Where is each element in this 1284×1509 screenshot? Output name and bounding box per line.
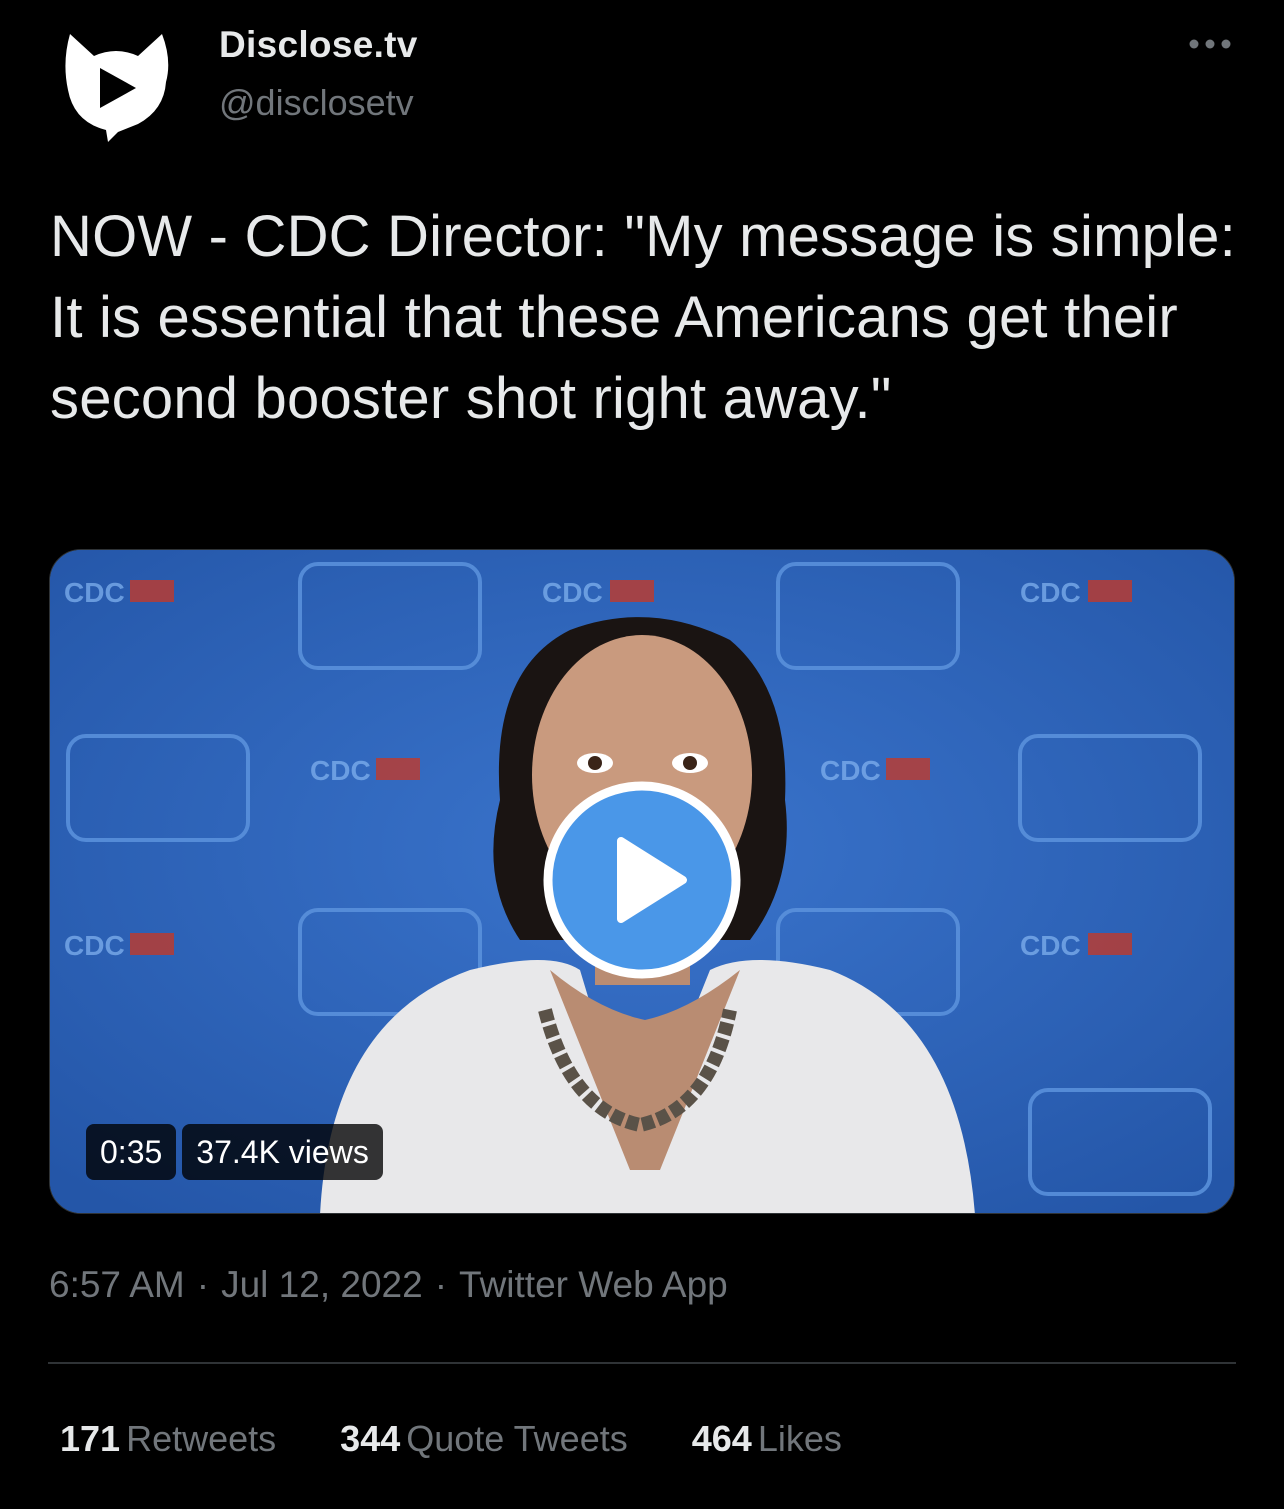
tweet-source[interactable]: Twitter Web App: [459, 1264, 728, 1305]
likes-label: Likes: [757, 1418, 842, 1459]
svg-text:CDC: CDC: [1020, 930, 1081, 961]
quote-tweets-label: Quote Tweets: [406, 1418, 628, 1459]
tweet-stats: 171 Retweets 344 Quote Tweets 464 Likes: [60, 1418, 896, 1460]
more-options-icon: [1189, 39, 1231, 49]
play-button[interactable]: [543, 781, 741, 979]
more-options-button[interactable]: [1180, 22, 1240, 66]
disclose-tv-logo-icon: [65, 34, 169, 142]
tweet-text: NOW - CDC Director: "My message is simpl…: [50, 204, 1236, 431]
play-icon: [543, 781, 741, 979]
quote-tweets-count: 344: [340, 1418, 401, 1459]
avatar[interactable]: [60, 30, 172, 142]
tweet-time[interactable]: 6:57 AM: [49, 1264, 185, 1305]
video-player[interactable]: CDC CDC CDC CDC CDC CDC CDC 0:35 37.4K v…: [49, 549, 1235, 1214]
retweets-count: 171: [60, 1418, 121, 1459]
video-info-badges: 0:35 37.4K views: [86, 1124, 383, 1180]
meta-separator: ·: [196, 1264, 210, 1305]
likes-stat[interactable]: 464 Likes: [692, 1418, 842, 1460]
tweet-date[interactable]: Jul 12, 2022: [221, 1264, 423, 1305]
svg-text:CDC: CDC: [64, 930, 125, 961]
tweet-meta: 6:57 AM · Jul 12, 2022 · Twitter Web App: [49, 1264, 728, 1306]
video-duration: 0:35: [86, 1124, 177, 1180]
retweets-label: Retweets: [126, 1418, 277, 1459]
svg-text:CDC: CDC: [542, 577, 603, 608]
svg-text:CDC: CDC: [820, 755, 881, 786]
retweets-stat[interactable]: 171 Retweets: [60, 1418, 276, 1460]
video-views: 37.4K views: [182, 1124, 383, 1180]
tweet-detail: Disclose.tv @disclosetv NOW - CDC Direct…: [0, 0, 1284, 1509]
likes-count: 464: [691, 1418, 752, 1459]
meta-separator: ·: [434, 1264, 448, 1305]
svg-text:CDC: CDC: [310, 755, 371, 786]
svg-text:CDC: CDC: [64, 577, 125, 608]
quote-tweets-stat[interactable]: 344 Quote Tweets: [340, 1418, 628, 1460]
svg-text:CDC: CDC: [1020, 577, 1081, 608]
divider: [48, 1362, 1236, 1364]
user-handle[interactable]: @disclosetv: [219, 82, 414, 124]
display-name[interactable]: Disclose.tv: [219, 24, 418, 66]
